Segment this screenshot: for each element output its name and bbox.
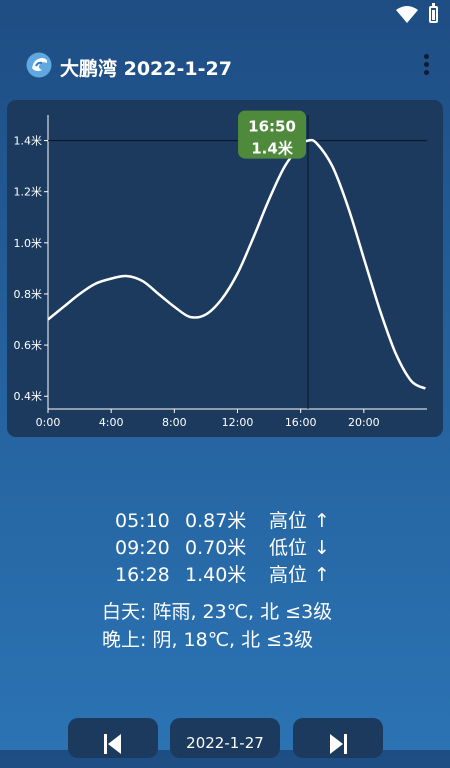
tide-row: 05:10 0.87米 高位 ↑ [0,508,450,535]
tide-type: 低位 [269,537,308,559]
x-tick-label: 0:00 [36,416,61,429]
tooltip-height: 1.4米 [251,140,294,158]
weather-night: 晚上: 阴, 18℃, 北 ≤3级 [102,629,314,651]
weather-info: 白天: 阵雨, 23℃, 北 ≤3级 晚上: 阴, 18℃, 北 ≤3级 [102,598,332,654]
date-picker-button[interactable]: 2022-1-27 [170,718,280,758]
y-tick-label: 0.6米 [14,339,43,352]
skip-previous-icon [104,734,121,754]
tide-line [47,138,426,390]
previous-day-button[interactable] [68,718,158,758]
tide-row: 16:28 1.40米 高位 ↑ [0,562,450,589]
tide-time: 16:28 [115,564,170,586]
x-tick-label: 16:00 [285,416,317,429]
app-logo-icon [26,52,52,78]
page-title: 大鹏湾 2022-1-27 [60,58,232,80]
next-day-button[interactable] [293,718,383,758]
tide-height: 0.70米 [185,537,247,559]
weather-day: 白天: 阵雨, 23℃, 北 ≤3级 [102,601,333,623]
x-tick-label: 4:00 [99,416,124,429]
bottom-navigation: 2022-1-27 [0,718,450,758]
y-tick-label: 1.4米 [14,135,43,148]
app-bar: 大鹏湾 2022-1-27 [0,36,450,96]
x-tick-label: 20:00 [348,416,380,429]
arrow-up-icon: ↑ [314,564,330,586]
wifi-icon [396,6,418,23]
y-tick-label: 0.4米 [14,390,43,403]
y-tick-label: 0.8米 [14,288,43,301]
x-tick-label: 8:00 [162,416,187,429]
battery-icon [429,3,438,23]
tide-height: 0.87米 [185,510,247,532]
tide-list: 05:10 0.87米 高位 ↑ 09:20 0.70米 低位 ↓ 16:28 … [0,508,450,589]
y-tick-label: 1.2米 [14,186,43,199]
tide-time: 09:20 [115,537,170,559]
more-options-icon[interactable] [422,54,430,78]
y-tick-label: 1.0米 [14,237,43,250]
x-tick-label: 12:00 [222,416,254,429]
tide-row: 09:20 0.70米 低位 ↓ [0,535,450,562]
tide-type: 高位 [269,510,308,532]
tide-height: 1.40米 [185,564,247,586]
status-bar [0,0,450,30]
skip-next-icon [330,734,347,754]
tooltip-time: 16:50 [248,118,296,136]
tide-time: 05:10 [115,510,170,532]
tide-chart: 0.4米 0.6米 0.8米 1.0米 1.2米 1.4米 0:00 4:00 8:00 12:0… [14,110,427,429]
arrow-down-icon: ↓ [314,537,330,559]
tide-type: 高位 [269,564,308,586]
arrow-up-icon: ↑ [314,510,330,532]
tide-chart-card: 0.4米 0.6米 0.8米 1.0米 1.2米 1.4米 0:00 4:00 8:00 12:0… [7,100,443,437]
